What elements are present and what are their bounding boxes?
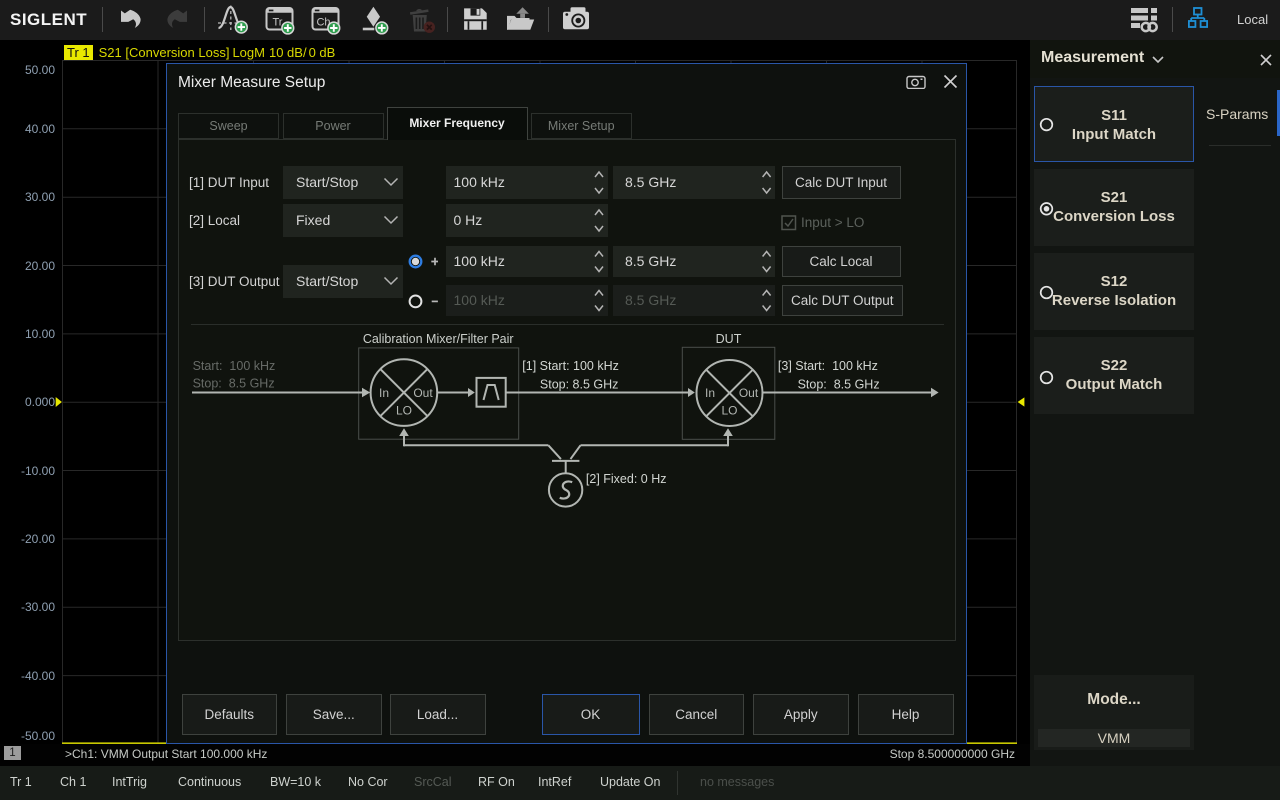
svg-text:Tr: Tr	[273, 17, 283, 29]
svg-text:Start: 100 kHz: Start: 100 kHz	[193, 359, 276, 373]
svg-text:Stop: 8.5 GHz: Stop: 8.5 GHz	[540, 377, 619, 391]
svg-text:In: In	[705, 386, 715, 400]
svg-text:In: In	[379, 386, 389, 400]
svg-text:Out: Out	[413, 386, 433, 400]
svg-text:Stop: 8.5 GHz: Stop: 8.5 GHz	[798, 377, 880, 391]
svg-text:DUT: DUT	[716, 332, 742, 346]
svg-text:[3] Start: 100 kHz: [3] Start: 100 kHz	[778, 359, 878, 373]
svg-text:LO: LO	[721, 404, 737, 418]
svg-text:LO: LO	[396, 404, 412, 418]
svg-text:Calibration Mixer/Filter Pair: Calibration Mixer/Filter Pair	[363, 332, 514, 346]
svg-text:Stop: 8.5 GHz: Stop: 8.5 GHz	[193, 376, 275, 390]
svg-text:Out: Out	[739, 386, 759, 400]
svg-text:[2] Fixed: 0 Hz: [2] Fixed: 0 Hz	[586, 472, 667, 486]
svg-text:[1] Start: 100 kHz: [1] Start: 100 kHz	[522, 359, 619, 373]
